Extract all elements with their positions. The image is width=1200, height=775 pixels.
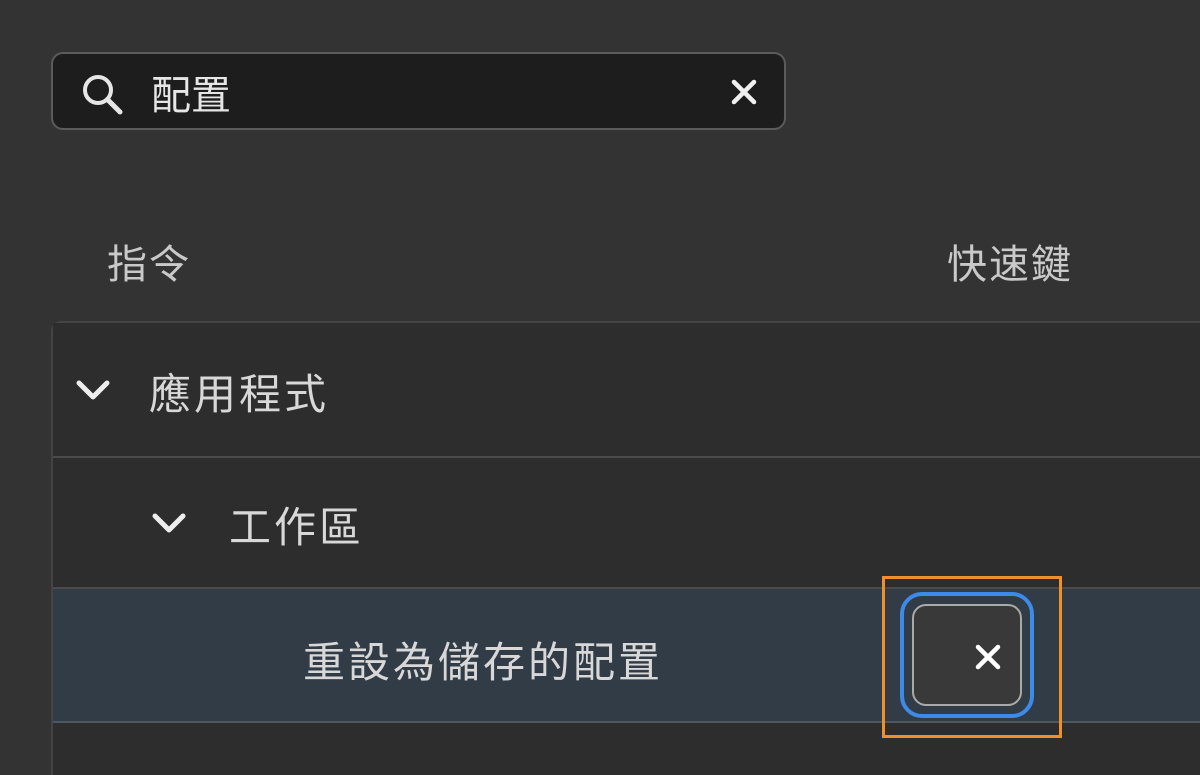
close-icon[interactable] <box>724 72 764 112</box>
search-field[interactable] <box>51 52 786 130</box>
chevron-down-icon[interactable] <box>149 504 189 544</box>
search-input[interactable] <box>151 64 711 120</box>
command-label: 重設為儲存的配置 <box>303 638 664 687</box>
tree-group-row[interactable]: 應用程式 <box>53 323 1200 458</box>
chevron-down-icon[interactable] <box>73 371 113 411</box>
shortcut-field[interactable] <box>900 592 1034 718</box>
column-header-command: 指令 <box>107 242 191 288</box>
close-icon[interactable] <box>970 639 1006 675</box>
keyboard-shortcuts-panel: 指令 快速鍵 應用程式 工作區 重設為儲存的配置 <box>0 0 1200 775</box>
tree-group-label: 應用程式 <box>149 370 330 419</box>
tree-subgroup-row[interactable]: 工作區 <box>53 458 1200 589</box>
tree-subgroup-label: 工作區 <box>229 503 365 552</box>
shortcut-input[interactable] <box>912 604 1022 706</box>
column-header-shortcut: 快速鍵 <box>947 242 1073 288</box>
search-icon <box>83 75 123 115</box>
